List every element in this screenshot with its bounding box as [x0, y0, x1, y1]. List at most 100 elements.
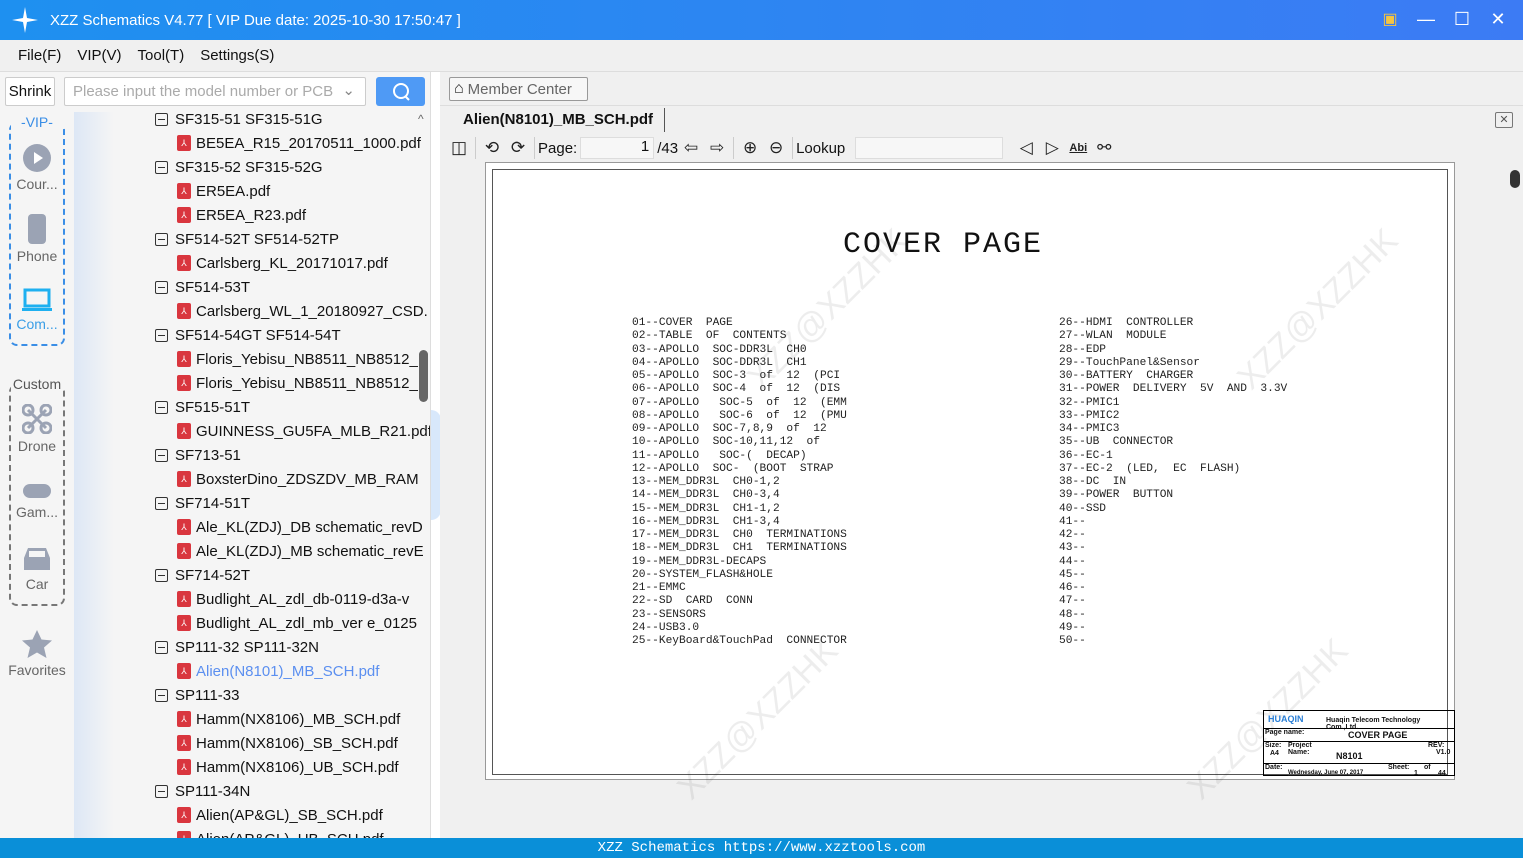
tree-folder[interactable]: SF514-54GT SF514-54T: [155, 323, 430, 347]
close-pane-icon[interactable]: ✕: [1495, 112, 1513, 128]
tree-folder[interactable]: SF714-52T: [155, 563, 430, 587]
vip-bag-icon[interactable]: ▣: [1379, 8, 1401, 30]
tree-file[interactable]: ⅄ Alien(AP&GL)_UB_SCH.pdf: [177, 827, 430, 838]
pdf-icon: ⅄: [177, 591, 191, 607]
viewer-panel: ⌂ Member Center Alien(N8101)_MB_SCH.pdf ✕…: [440, 72, 1523, 838]
collapse-icon[interactable]: [155, 496, 168, 510]
tree-file[interactable]: ⅄ BE5EA_R15_20170511_1000.pdf: [177, 131, 430, 155]
tree-folder[interactable]: SF315-52 SF315-52G: [155, 155, 430, 179]
tree-folder[interactable]: SF515-51T: [155, 395, 430, 419]
find-previous-icon[interactable]: ◁: [1015, 137, 1037, 159]
collapse-icon[interactable]: [155, 568, 168, 582]
maximize-button[interactable]: ☐: [1451, 8, 1473, 30]
nav-phone[interactable]: Phone: [0, 214, 74, 264]
tree-folder[interactable]: SF514-52T SF514-52TP: [155, 227, 430, 251]
collapse-icon[interactable]: [155, 640, 168, 654]
toc-entry: 47--: [1059, 595, 1086, 608]
tree-file[interactable]: ⅄ ER5EA.pdf: [177, 179, 430, 203]
tree-file[interactable]: ⅄ Floris_Yebisu_NB8511_NB8512_U: [177, 371, 430, 395]
collapse-icon[interactable]: [155, 688, 168, 702]
rotate-right-icon[interactable]: ⟳: [507, 137, 529, 159]
tree-scroll-up[interactable]: ^: [418, 112, 424, 126]
collapse-icon[interactable]: [155, 328, 168, 342]
pdf-viewer[interactable]: XZZ@XZZHK XZZ@XZZHK XZZ@XZZHK XZZ@XZZHK …: [440, 162, 1523, 838]
shrink-button[interactable]: Shrink: [5, 77, 55, 106]
tree-scrollbar[interactable]: [419, 350, 428, 402]
project-name: N8101: [1336, 751, 1363, 761]
member-center-button[interactable]: ⌂ Member Center: [449, 77, 588, 101]
binoculars-icon[interactable]: ⚯: [1093, 137, 1115, 159]
pdf-icon: ⅄: [177, 711, 191, 727]
chevron-down-icon[interactable]: ⌄: [342, 81, 355, 99]
collapse-icon[interactable]: [155, 784, 168, 798]
nav-favorites[interactable]: Favorites: [0, 630, 74, 678]
nav-drone[interactable]: Drone: [0, 404, 74, 454]
tree-file[interactable]: ⅄ BoxsterDino_ZDSZDV_MB_RAM: [177, 467, 430, 491]
tree-file[interactable]: ⅄ Hamm(NX8106)_SB_SCH.pdf: [177, 731, 430, 755]
nav-computer[interactable]: Com...: [0, 288, 74, 332]
tree-folder[interactable]: SF714-51T: [155, 491, 430, 515]
tree-item-label: Ale_KL(ZDJ)_DB schematic_revD: [196, 518, 423, 536]
tree-folder[interactable]: SP111-32 SP111-32N: [155, 635, 430, 659]
model-search-input[interactable]: Please input the model number or PCB ⌄: [64, 77, 366, 106]
tree-file[interactable]: ⅄ ER5EA_R23.pdf: [177, 203, 430, 227]
tree-folder[interactable]: SF713-51: [155, 443, 430, 467]
tree-item-label: SF714-51T: [175, 494, 251, 512]
toc-entry: 34--PMIC3: [1059, 423, 1120, 435]
tree-folder[interactable]: SF514-53T: [155, 275, 430, 299]
tab-alien-n8101[interactable]: Alien(N8101)_MB_SCH.pdf: [463, 111, 653, 128]
zoom-out-icon[interactable]: ⊖: [765, 137, 787, 159]
tree-item-label: Carlsberg_WL_1_20180927_CSD.: [196, 302, 428, 320]
collapse-icon[interactable]: [155, 400, 168, 414]
tree-file[interactable]: ⅄ GUINNESS_GU5FA_MLB_R21.pdf: [177, 419, 430, 443]
nav-games[interactable]: Gam...: [0, 484, 74, 520]
tree-file[interactable]: ⅄ Ale_KL(ZDJ)_DB schematic_revD: [177, 515, 430, 539]
zoom-in-icon[interactable]: ⊕: [739, 137, 761, 159]
tree-file[interactable]: ⅄ Hamm(NX8106)_MB_SCH.pdf: [177, 707, 430, 731]
page-label: Page:: [538, 139, 578, 157]
tree-file[interactable]: ⅄ Budlight_AL_zdl_mb_ver e_0125: [177, 611, 430, 635]
tree-folder[interactable]: SP111-33: [155, 683, 430, 707]
menu-file[interactable]: File(F): [18, 47, 61, 64]
tree-folder[interactable]: SF315-51 SF315-51G: [155, 112, 430, 131]
tree-file[interactable]: ⅄ Budlight_AL_zdl_db-0119-d3a-v: [177, 587, 430, 611]
size-label: Size:: [1265, 742, 1282, 749]
collapse-icon[interactable]: [155, 160, 168, 174]
find-next-icon[interactable]: ▷: [1041, 137, 1063, 159]
search-button[interactable]: [376, 77, 425, 106]
tree-file[interactable]: ⅄ Alien(N8101)_MB_SCH.pdf: [177, 659, 430, 683]
pdf-icon: ⅄: [177, 255, 191, 271]
tree-file[interactable]: ⅄ Floris_Yebisu_NB8511_NB8512_I: [177, 347, 430, 371]
tree-file[interactable]: ⅄ Hamm(NX8106)_UB_SCH.pdf: [177, 755, 430, 779]
page-number-input[interactable]: 1: [580, 137, 655, 159]
collapse-icon[interactable]: [155, 280, 168, 294]
collapse-icon[interactable]: [155, 112, 168, 126]
viewer-scrollbar[interactable]: [1510, 170, 1520, 188]
tree-file[interactable]: ⅄ Carlsberg_KL_20171017.pdf: [177, 251, 430, 275]
menu-vip[interactable]: VIP(V): [77, 47, 121, 64]
lookup-input[interactable]: [855, 137, 1004, 159]
next-page-icon[interactable]: ⇨: [706, 137, 728, 159]
match-case-icon[interactable]: Abi: [1067, 137, 1089, 159]
nav-courses[interactable]: Cour...: [0, 144, 74, 192]
tree-file[interactable]: ⅄ Ale_KL(ZDJ)_MB schematic_revE: [177, 539, 430, 563]
custom-group-label: Custom: [11, 376, 63, 392]
minimize-button[interactable]: —: [1415, 8, 1437, 30]
toc-entry: 12--APOLLO SOC- (BOOT STRAP: [632, 462, 834, 475]
previous-page-icon[interactable]: ⇦: [680, 137, 702, 159]
nav-car[interactable]: Car: [0, 546, 74, 592]
menu-tool[interactable]: Tool(T): [138, 47, 185, 64]
close-button[interactable]: ✕: [1487, 8, 1509, 30]
menu-settings[interactable]: Settings(S): [200, 47, 274, 64]
toc-entry: 37--EC-2 (LED, EC FLASH): [1059, 462, 1241, 475]
tree-item-label: Alien(AP&GL)_SB_SCH.pdf: [196, 806, 383, 824]
two-page-view-icon[interactable]: ◫: [448, 137, 470, 159]
rotate-left-icon[interactable]: ⟲: [481, 137, 503, 159]
tree-file[interactable]: ⅄ Carlsberg_WL_1_20180927_CSD.: [177, 299, 430, 323]
collapse-icon[interactable]: [155, 232, 168, 246]
tree-folder[interactable]: SP111-34N: [155, 779, 430, 803]
nav-label: Gam...: [15, 504, 58, 520]
tree-item-label: Hamm(NX8106)_MB_SCH.pdf: [196, 710, 401, 728]
collapse-icon[interactable]: [155, 448, 168, 462]
tree-file[interactable]: ⅄ Alien(AP&GL)_SB_SCH.pdf: [177, 803, 430, 827]
